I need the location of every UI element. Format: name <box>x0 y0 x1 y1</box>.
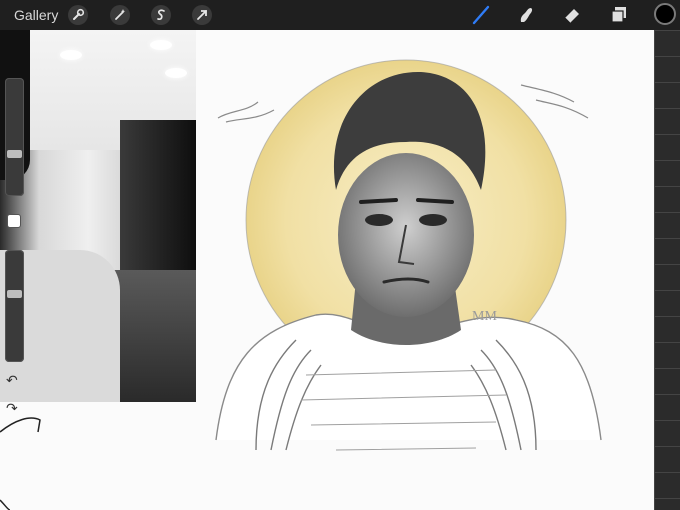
artist-signature: MM <box>472 309 497 324</box>
selection-button[interactable] <box>151 5 171 25</box>
undo-button[interactable]: ↶ <box>6 372 18 389</box>
canvas-backdrop <box>654 30 680 510</box>
selection-icon <box>157 9 165 20</box>
photo-lamp <box>150 40 172 50</box>
transform-button[interactable] <box>192 5 212 25</box>
brush-size-thumb[interactable] <box>7 149 22 158</box>
layers-button[interactable] <box>608 4 630 26</box>
photo-lamp <box>165 68 187 78</box>
left-eye <box>365 214 393 226</box>
transform-arrow-icon <box>197 10 207 20</box>
top-toolbar: Gallery <box>0 0 680 30</box>
gallery-button[interactable]: Gallery <box>14 7 58 23</box>
stray-stroke <box>0 417 41 510</box>
layers-icon <box>611 7 626 23</box>
modify-button[interactable] <box>7 214 21 228</box>
color-picker-button[interactable] <box>654 3 676 25</box>
opacity-thumb[interactable] <box>7 289 22 298</box>
smudge-tool[interactable] <box>515 4 537 26</box>
right-eye <box>419 214 447 226</box>
left-sidebar: ↶ ↷ <box>2 78 26 418</box>
wrench-icon <box>73 8 85 20</box>
sketch-artwork: MM <box>215 59 602 451</box>
smudge-icon <box>520 8 533 22</box>
bird-sketch-left <box>217 101 275 123</box>
eraser-icon <box>564 9 579 24</box>
adjustments-button[interactable] <box>110 5 130 25</box>
opacity-slider[interactable] <box>5 250 24 362</box>
bird-sketch-right <box>520 84 589 119</box>
brush-tool[interactable] <box>470 4 492 26</box>
eraser-tool[interactable] <box>561 4 583 26</box>
brush-icon <box>472 5 490 25</box>
undo-icon: ↶ <box>6 372 18 388</box>
face-shading <box>338 153 474 317</box>
reference-photo[interactable] <box>0 30 196 402</box>
actions-button[interactable] <box>68 5 88 25</box>
brush-size-slider[interactable] <box>5 78 24 196</box>
photo-lamp <box>60 50 82 60</box>
magic-wand-icon <box>115 9 126 20</box>
